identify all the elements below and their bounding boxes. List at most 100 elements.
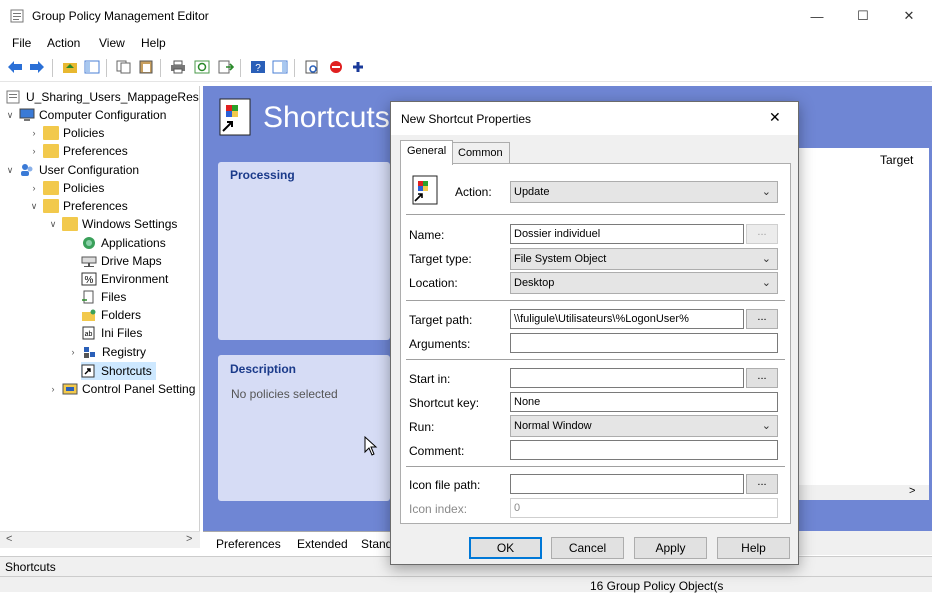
expanded-chevron-icon[interactable]: ∨ (4, 110, 16, 121)
tree-item-user-configuration[interactable]: ∨ User Configuration (4, 161, 139, 179)
run-select[interactable]: Normal Window ⌄ (510, 415, 778, 437)
collapsed-chevron-icon[interactable]: › (28, 183, 40, 193)
control-panel-icon (62, 382, 78, 396)
cancel-button[interactable]: Cancel (551, 537, 624, 559)
target-path-browse-button[interactable]: ... (746, 309, 778, 329)
expanded-chevron-icon[interactable]: ∨ (4, 165, 16, 176)
icon-file-path-field[interactable] (510, 474, 744, 494)
name-label: Name: (409, 228, 445, 242)
start-in-label: Start in: (409, 372, 451, 386)
print-icon[interactable] (170, 59, 186, 75)
apply-button[interactable]: Apply (634, 537, 707, 559)
tree-item-windows-settings[interactable]: ∨ Windows Settings (47, 215, 177, 233)
menu-help[interactable]: Help (141, 36, 166, 50)
collapsed-chevron-icon[interactable]: › (67, 347, 79, 357)
tree-item-policies[interactable]: › Policies (28, 124, 104, 142)
tree-item-gpo-root[interactable]: U_Sharing_Users_MappageRese (6, 88, 199, 106)
collapsed-chevron-icon[interactable]: › (28, 128, 40, 138)
user-icon (19, 163, 35, 177)
forward-icon[interactable] (29, 59, 45, 75)
help-button[interactable]: Help (717, 537, 790, 559)
ini-files-icon: ab (81, 326, 97, 340)
description-header: Description (230, 362, 297, 376)
folder-icon (43, 181, 59, 195)
properties-icon[interactable] (304, 59, 320, 75)
chevron-down-icon: ⌄ (761, 186, 771, 198)
expanded-chevron-icon[interactable]: ∨ (47, 219, 59, 230)
icon-index-field[interactable]: 0 (510, 498, 778, 518)
tree-item-shortcuts[interactable]: Shortcuts (81, 362, 156, 380)
back-icon[interactable] (7, 59, 23, 75)
stop-icon[interactable] (328, 59, 344, 75)
description-text: No policies selected (231, 387, 338, 401)
tree-item-files[interactable]: Files (81, 288, 126, 306)
maximize-button[interactable]: ☐ (840, 0, 886, 32)
folder-icon (43, 199, 59, 213)
start-in-field[interactable] (510, 368, 744, 388)
tree-item-folders[interactable]: Folders (81, 306, 141, 324)
toolbar: ? (0, 54, 932, 82)
tree-item-registry[interactable]: › Registry (67, 343, 147, 361)
tab-general[interactable]: General (400, 140, 454, 165)
name-field[interactable]: Dossier individuel (510, 224, 744, 244)
ok-button[interactable]: OK (469, 537, 542, 559)
shortcut-key-field[interactable]: None (510, 392, 778, 412)
paste-icon[interactable] (138, 59, 154, 75)
tree-item-applications[interactable]: Applications (81, 234, 166, 252)
target-path-field[interactable]: \\fuligule\Utilisateurs\%LogonUser% (510, 309, 744, 329)
export-list-icon[interactable] (218, 59, 234, 75)
close-icon[interactable]: ✕ (769, 109, 781, 126)
files-icon (81, 290, 97, 304)
target-type-select[interactable]: File System Object ⌄ (510, 248, 778, 270)
menu-file[interactable]: File (12, 36, 31, 50)
action-select[interactable]: Update ⌄ (510, 181, 778, 203)
tree-item-environment[interactable]: % Environment (81, 270, 168, 288)
registry-icon (82, 345, 98, 359)
tab-extended[interactable]: Extended (297, 537, 348, 551)
tree-item-computer-configuration[interactable]: ∨ Computer Configuration (4, 106, 167, 124)
new-shortcut-properties-dialog: New Shortcut Properties ✕ General Common… (390, 101, 799, 565)
location-select[interactable]: Desktop ⌄ (510, 272, 778, 294)
start-in-browse-button[interactable]: ... (746, 368, 778, 388)
description-panel (218, 355, 390, 501)
target-path-label: Target path: (409, 313, 473, 327)
tree-item-ini-files[interactable]: ab Ini Files (81, 324, 142, 342)
tree-item-drive-maps[interactable]: Drive Maps (81, 252, 162, 270)
target-type-label: Target type: (409, 252, 472, 266)
refresh-icon[interactable] (194, 59, 210, 75)
tree-item-preferences[interactable]: ∨ Preferences (28, 197, 128, 215)
tab-common[interactable]: Common (451, 142, 510, 164)
expanded-chevron-icon[interactable]: ∨ (28, 201, 40, 212)
tree-item-policies[interactable]: › Policies (28, 179, 104, 197)
tab-preferences[interactable]: Preferences (216, 537, 281, 551)
tree-item-preferences[interactable]: › Preferences (28, 142, 128, 160)
menu-action[interactable]: Action (47, 36, 80, 50)
folders-icon (81, 308, 97, 322)
close-window-button[interactable]: ✕ (886, 0, 932, 32)
tree-item-control-panel-settings[interactable]: › Control Panel Setting (47, 380, 196, 398)
add-icon[interactable] (350, 59, 366, 75)
scroll-left-icon[interactable]: < (6, 533, 12, 545)
tab-standard[interactable]: Stand (361, 537, 392, 551)
collapsed-chevron-icon[interactable]: › (47, 384, 59, 394)
comment-label: Comment: (409, 444, 465, 458)
icon-file-path-label: Icon file path: (409, 478, 481, 492)
name-browse-button[interactable]: ... (746, 224, 778, 244)
help-icon[interactable]: ? (250, 59, 266, 75)
up-folder-icon[interactable] (62, 59, 78, 75)
collapsed-chevron-icon[interactable]: › (28, 146, 40, 156)
copy-icon[interactable] (116, 59, 132, 75)
tree-horizontal-scrollbar[interactable]: < > (0, 531, 200, 548)
scroll-right-icon[interactable]: > (909, 485, 915, 497)
show-hide-tree-icon[interactable] (84, 59, 100, 75)
icon-file-browse-button[interactable]: ... (746, 474, 778, 494)
arguments-field[interactable] (510, 333, 778, 353)
menu-view[interactable]: View (99, 36, 125, 50)
arguments-label: Arguments: (409, 337, 471, 351)
scroll-right-icon[interactable]: > (186, 533, 192, 545)
comment-field[interactable] (510, 440, 778, 460)
column-header-target[interactable]: Target (880, 153, 913, 167)
show-hide-action-pane-icon[interactable] (272, 59, 288, 75)
list-horizontal-scrollbar[interactable]: > (795, 485, 929, 500)
minimize-button[interactable]: — (794, 0, 840, 32)
